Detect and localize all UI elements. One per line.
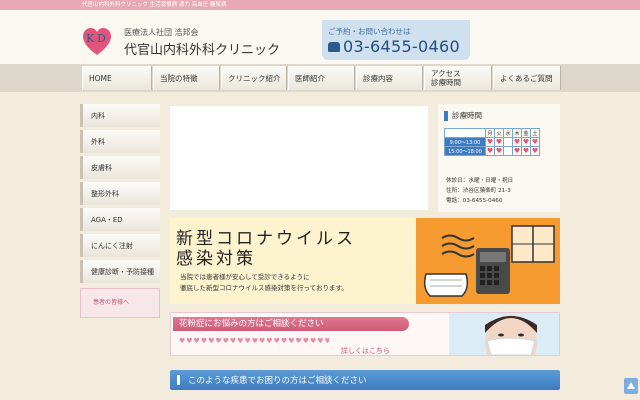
patient-banner-text: 患者の皆様へ [93,299,130,306]
nav-clinic-intro[interactable]: クリニック紹介 [221,66,287,90]
sidebar: 内科 外科 皮膚科 整形外科 AGA・ED にんにく注射 健康診断・予防接種 [80,104,160,286]
open-heart-icon: ♥ [512,146,522,156]
address: 住所：渋谷区猿楽町 21-3 [446,188,511,194]
heart-row-icon: ♥♥♥♥♥♥♥♥♥♥♥♥♥♥♥♥♥♥♥♥♥♥♥♥♥♥♥♥♥♥♥♥♥♥♥♥♥♥♥♥… [179,337,329,345]
top-strip: 代官山内科外科クリニック 生活習慣病 渡力 高血圧 糖尿病 [0,0,640,10]
day-header: 金 [521,128,531,138]
table-row: 9:00〜13:00 ♥ ♥ ♥ ♥ ♥ [444,137,540,147]
open-heart-icon: ♥ [485,146,495,156]
phone-text: 03-6455-0460 [343,37,460,56]
sidebar-item-garlic-injection[interactable]: にんにく注射 [80,234,160,257]
svg-text:D: D [97,32,106,45]
clinic-name[interactable]: 代官山内科外科クリニック [124,39,280,58]
pollen-headline: 花粉症にお悩みの方はご相談ください [173,317,409,331]
covid-body: 当院では患者様が安心して受診できるように 徹底した新型コロナウイルス感染対策を行… [180,273,348,292]
sidebar-item-internal[interactable]: 内科 [80,104,160,127]
concern-text: このような疾患でお困りの方はご相談ください [188,376,367,386]
hours-info: 休診日：水曜・日曜・祝日 住所：渋谷区猿楽町 21-3 電話：03-6455-0… [446,176,513,206]
nav-doctor-intro[interactable]: 医師紹介 [288,66,355,90]
phone-number[interactable]: 03-6455-0460 [328,37,460,56]
hours-corner [444,128,486,138]
sidebar-item-checkup[interactable]: 健康診断・予防接種 [80,260,160,283]
day-header: 土 [530,128,540,138]
concern-bar[interactable]: このような疾患でお困りの方はご相談ください [170,370,560,390]
back-to-top-button[interactable] [624,378,638,394]
svg-text:K: K [86,32,95,45]
open-heart-icon: ♥ [521,146,531,156]
time-slot: 9:00〜13:00 [444,137,486,147]
sidebar-item-orthopedics[interactable]: 整形外科 [80,182,160,205]
nav-services[interactable]: 診療内容 [356,66,423,90]
masked-woman-photo-icon [449,313,559,355]
contact-label: ご予約・お問い合わせは [328,27,411,36]
open-heart-icon: ♥ [485,137,495,147]
main-nav: HOME 当院の特徴 クリニック紹介 医師紹介 診療内容 アクセス 診療時間 よ… [0,64,640,92]
open-heart-icon: ♥ [530,146,540,156]
sidebar-item-dermatology[interactable]: 皮膚科 [80,156,160,179]
hours-panel: 診療時間 月 火 水 木 金 土 9:00〜13:00 ♥ ♥ ♥ ♥ ♥ 15… [438,104,560,212]
site-header: K D 医療法人社団 浩邦会 代官山内科外科クリニック ご予約・お問い合わせは … [0,10,640,64]
phone-icon [328,42,340,52]
hours-table: 月 火 水 木 金 土 9:00〜13:00 ♥ ♥ ♥ ♥ ♥ 15:00〜1… [444,128,540,156]
day-header: 木 [512,128,522,138]
nav-access-hours[interactable]: アクセス 診療時間 [424,66,492,90]
day-header: 水 [503,128,513,138]
top-strip-text: 代官山内科外科クリニック 生活習慣病 渡力 高血圧 糖尿病 [82,2,227,8]
pollen-banner[interactable]: 花粉症にお悩みの方はご相談ください ♥♥♥♥♥♥♥♥♥♥♥♥♥♥♥♥♥♥♥♥♥♥… [170,312,560,356]
main-image-area [170,106,428,210]
sidebar-item-surgery[interactable]: 外科 [80,130,160,153]
covid-illustration-icon [416,218,560,304]
nav-faq[interactable]: よくあるご質問 [493,66,561,90]
patient-banner[interactable]: 患者の皆様へ [80,288,160,318]
open-heart-icon: ♥ [530,137,540,147]
open-heart-icon: ♥ [494,146,504,156]
open-heart-icon: ♥ [512,137,522,147]
time-slot: 15:00〜18:00 [444,146,486,156]
covid-title-2: 感染対策 [176,249,256,269]
sidebar-item-aga-ed[interactable]: AGA・ED [80,208,160,231]
covid-banner[interactable]: 新型コロナウイルス 感染対策 当院では患者様が安心して受診できるように 徹底した… [170,218,560,304]
pollen-details-link[interactable]: 詳しくはこちら [341,346,390,356]
tel[interactable]: 電話：03-6455-0460 [446,196,513,206]
arrow-up-icon [627,382,635,389]
table-row: 15:00〜18:00 ♥ ♥ ♥ ♥ ♥ [444,146,540,156]
open-heart-icon: ♥ [494,137,504,147]
contact-box: ご予約・お問い合わせは 03-6455-0460 [322,20,470,60]
day-header: 月 [485,128,495,138]
nav-features[interactable]: 当院の特徴 [153,66,220,90]
closed-days: 休診日：水曜・日曜・祝日 [446,178,514,184]
closed-cell [503,146,513,156]
hours-title: 診療時間 [438,110,482,122]
clinic-logo-icon[interactable]: K D [80,25,114,59]
org-name: 医療法人社団 浩邦会 [124,28,199,37]
open-heart-icon: ♥ [521,137,531,147]
nav-home[interactable]: HOME [82,66,152,90]
closed-cell [503,137,513,147]
day-header: 火 [494,128,504,138]
